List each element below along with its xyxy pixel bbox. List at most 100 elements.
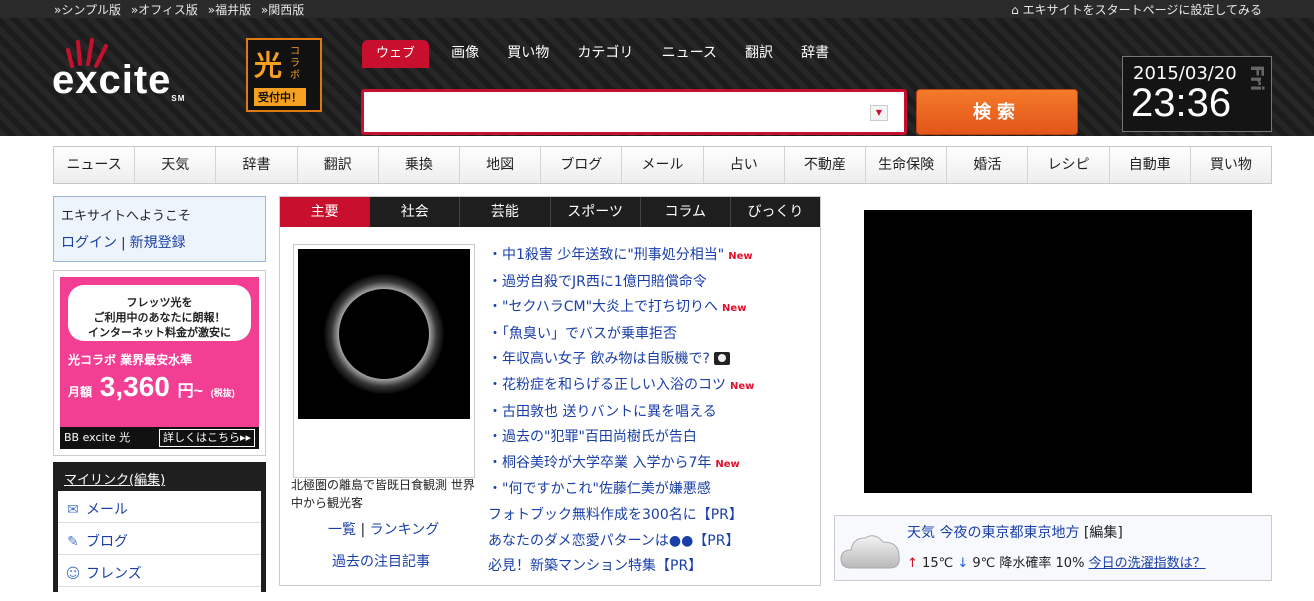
past-featured-link[interactable]: 過去の注目記事	[332, 551, 430, 571]
search-tab-dictionary[interactable]: 辞書	[801, 39, 829, 67]
news-item[interactable]: ・"セクハラCM"大炎上で打ち切りへ New	[488, 295, 818, 322]
hikari-collabo-banner[interactable]: 光 コラボ 受付中！	[246, 38, 322, 112]
nav-blog[interactable]: ブログ	[541, 147, 623, 183]
photo-caption[interactable]: 北極圏の離島で皆既日食観測 世界中から観光客	[291, 476, 481, 512]
video-ad-area[interactable]	[864, 210, 1252, 493]
arrow-down-icon: ↓	[957, 556, 969, 571]
temp-high: 15℃	[922, 556, 954, 571]
news-item[interactable]: ・桐谷美玲が大学卒業 入学から7年 New	[488, 451, 818, 478]
news-item[interactable]: ・「魚臭い」でバスが乗車拒否	[488, 322, 818, 348]
dropdown-triangle-icon: ▼	[875, 108, 883, 117]
news-list-link[interactable]: 一覧	[328, 522, 356, 538]
set-startpage-link[interactable]: ⌂ エキサイトをスタートページに設定してみる	[1011, 1, 1262, 18]
login-link[interactable]: ログイン	[61, 235, 117, 251]
weather-link[interactable]: 天気	[907, 525, 935, 541]
news-item[interactable]: ・年収高い女子 飲み物は自販機で?	[488, 347, 818, 373]
logo-text: excite	[52, 58, 172, 102]
ad-inner: フレッツ光を ご利用中のあなたに朗報！ インターネット料金が激安に 光コラボ 業…	[60, 277, 259, 449]
mylink-friends[interactable]: ☺ フレンズ	[58, 555, 261, 587]
search-tabs: ウェブ 画像 買い物 カテゴリ ニュース 翻訳 辞書	[362, 39, 853, 68]
ad-tax: (税抜)	[210, 388, 235, 398]
nav-fortune[interactable]: 占い	[704, 147, 785, 183]
excite-logo[interactable]: exciteSM	[52, 58, 185, 103]
news-tab-society[interactable]: 社会	[370, 197, 461, 227]
search-tab-images[interactable]: 画像	[451, 39, 479, 67]
news-item[interactable]: ・中1殺害 少年送致に"刑事処分相当" New	[488, 243, 818, 270]
nav-news[interactable]: ニュース	[54, 147, 136, 183]
news-item[interactable]: ・古田敦也 送りバントに異を唱える	[488, 400, 818, 426]
nav-recipe[interactable]: レシピ	[1028, 147, 1110, 183]
ad-foot-link[interactable]: 詳しくはこちら▸▸	[158, 429, 255, 447]
news-item-text: ・花粉症を和らげる正しい入浴のコツ	[488, 376, 726, 393]
search-tab-shopping[interactable]: 買い物	[507, 39, 549, 67]
simple-version-link[interactable]: »シンプル版	[54, 3, 121, 17]
blog-icon: ✎	[67, 534, 79, 550]
kolabo-big-text: 光	[254, 49, 283, 82]
kolabo-side-text: コラボ	[290, 46, 300, 81]
news-tab-sports[interactable]: スポーツ	[551, 197, 641, 227]
nav-car[interactable]: 自動車	[1110, 147, 1191, 183]
news-item[interactable]: ・過去の"犯罪"百田尚樹氏が告白	[488, 425, 818, 451]
news-tabs: 主要 社会 芸能 スポーツ コラム びっくり	[280, 197, 820, 227]
search-suggest-dropdown[interactable]: ▼	[870, 105, 888, 121]
news-item[interactable]: ・花粉症を和らげる正しい入浴のコツ New	[488, 373, 818, 400]
nav-shopping[interactable]: 買い物	[1191, 147, 1271, 183]
hikari-ad-banner[interactable]: フレッツ光を ご利用中のあなたに朗報！ インターネット料金が激安に 光コラボ 業…	[53, 270, 266, 456]
mail-icon: ✉	[67, 502, 79, 518]
search-input[interactable]	[372, 100, 852, 126]
search-box: ▼	[361, 89, 907, 135]
mylink-mail[interactable]: ✉ メール	[58, 491, 261, 523]
search-button[interactable]: 検索	[916, 89, 1078, 135]
news-item-text: ・過去の"犯罪"百田尚樹氏が告白	[488, 429, 697, 446]
news-tab-main[interactable]: 主要	[280, 197, 371, 227]
search-tab-translate[interactable]: 翻訳	[745, 39, 773, 67]
register-link[interactable]: 新規登録	[130, 235, 186, 251]
nav-transit[interactable]: 乗換	[379, 147, 461, 183]
nav-mail[interactable]: メール	[622, 147, 704, 183]
ad-line1: フレッツ光を	[126, 296, 193, 309]
nav-weather[interactable]: 天気	[135, 147, 217, 183]
news-tab-surprise[interactable]: びっくり	[731, 197, 820, 227]
new-badge: New	[728, 251, 753, 262]
ranking-link[interactable]: ランキング	[370, 522, 440, 538]
news-box: 主要 社会 芸能 スポーツ コラム びっくり 北極圏の離島で皆既日食観測 世界中…	[279, 196, 821, 586]
cloud-icon	[840, 535, 900, 569]
office-version-link[interactable]: »オフィス版	[131, 3, 198, 17]
news-tab-column[interactable]: コラム	[641, 197, 731, 227]
ad-foot-logo: BB excite 光	[64, 431, 131, 444]
nav-translate[interactable]: 翻訳	[298, 147, 379, 183]
search-tab-news[interactable]: ニュース	[662, 39, 717, 67]
welcome-box: エキサイトへようこそ ログイン | 新規登録	[53, 196, 266, 262]
nav-konkatsu[interactable]: 婚活	[947, 147, 1029, 183]
news-item[interactable]: ・"何ですかこれ"佐藤仁美が嫌悪感	[488, 477, 818, 503]
weather-area-link[interactable]: 今夜の東京都東京地方	[939, 525, 1079, 541]
news-tab-entertainment[interactable]: 芸能	[460, 197, 551, 227]
nav-insurance[interactable]: 生命保険	[866, 147, 948, 183]
new-badge: New	[722, 303, 747, 315]
rain-chance: 降水確率 10%	[999, 556, 1085, 571]
pr-item[interactable]: フォトブック無料作成を300名に【PR】	[488, 503, 818, 529]
kansai-version-link[interactable]: »関西版	[261, 3, 304, 17]
news-item[interactable]: ・過労自殺でJR西に1億円賠償命令	[488, 270, 818, 296]
nav-dictionary[interactable]: 辞書	[216, 147, 298, 183]
weather-edit-link[interactable]: [編集]	[1084, 525, 1123, 541]
mylink-blog[interactable]: ✎ ブログ	[58, 523, 261, 555]
camera-icon	[713, 352, 730, 366]
search-tab-category[interactable]: カテゴリ	[577, 39, 633, 67]
laundry-index-link[interactable]: 今日の洗濯指数は？	[1089, 556, 1206, 571]
nav-map[interactable]: 地図	[460, 147, 542, 183]
pr-item[interactable]: 必見！新築マンション特集【PR】	[488, 554, 818, 580]
nav-realestate[interactable]: 不動産	[785, 147, 867, 183]
search-tab-web[interactable]: ウェブ	[362, 40, 430, 68]
mylink-edit-link[interactable]: マイリンク(編集)	[54, 463, 265, 494]
service-nav: ニュース 天気 辞書 翻訳 乗換 地図 ブログ メール 占い 不動産 生命保険 …	[53, 146, 1272, 184]
pr-item[interactable]: あなたのダメ恋愛パターンは●●【PR】	[488, 529, 818, 555]
ad-tagline: 光コラボ 業界最安水準	[68, 353, 193, 367]
ad-line3: インターネット料金が激安に	[88, 326, 231, 339]
temp-low: 9℃	[972, 556, 996, 571]
fukui-version-link[interactable]: »福井版	[208, 3, 251, 17]
news-photo[interactable]	[293, 244, 475, 478]
top-bar: »シンプル版 »オフィス版 »福井版 »関西版 ⌂ エキサイトをスタートページに…	[0, 0, 1314, 18]
date-clock: 2015/03/20 23:36 Fri	[1122, 56, 1272, 132]
ad-footer: BB excite 光 詳しくはこちら▸▸	[60, 427, 259, 449]
